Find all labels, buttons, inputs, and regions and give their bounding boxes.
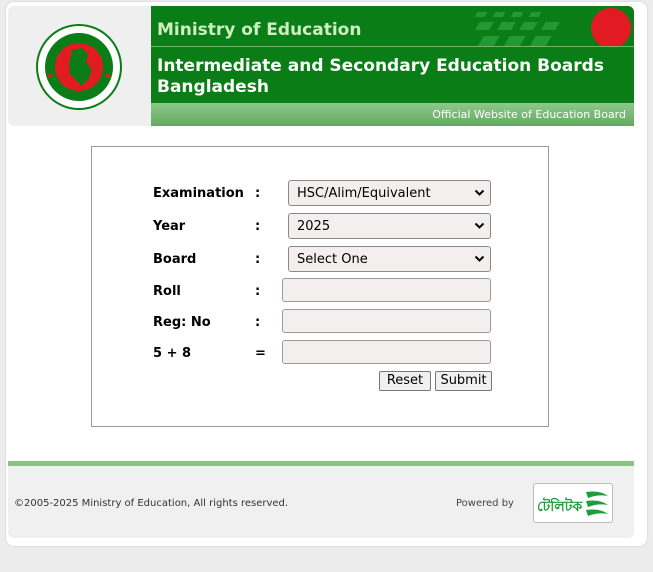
- roll-row: Roll :: [92, 278, 548, 304]
- reset-button[interactable]: Reset: [379, 371, 431, 391]
- board-label: Board: [153, 252, 197, 267]
- reg-no-input[interactable]: [282, 309, 491, 333]
- government-seal-icon: [36, 24, 122, 110]
- official-website-label: Official Website of Education Board: [432, 108, 626, 121]
- board-row: Board : Select One: [92, 246, 548, 272]
- title-band: Ministry of Education Intermediate and S…: [151, 6, 634, 103]
- year-colon: :: [255, 219, 261, 234]
- reg-no-label: Reg: No: [153, 315, 211, 330]
- decorative-stripes-icon: [474, 8, 631, 48]
- ministry-title: Ministry of Education: [157, 20, 362, 40]
- examination-row: Examination : HSC/Alim/Equivalent: [92, 180, 548, 206]
- year-select[interactable]: 2025: [288, 213, 491, 239]
- examination-select-value: HSC/Alim/Equivalent: [297, 186, 431, 201]
- board-colon: :: [255, 252, 261, 267]
- examination-colon: :: [255, 186, 261, 201]
- boards-title-line1: Intermediate and Secondary Education Boa…: [157, 56, 604, 76]
- reg-no-row: Reg: No :: [92, 309, 548, 335]
- boards-title: Intermediate and Secondary Education Boa…: [157, 56, 604, 98]
- captcha-row: 5 + 8 =: [92, 340, 548, 366]
- result-form: Examination : HSC/Alim/Equivalent Year :…: [91, 146, 549, 427]
- copyright-text: ©2005-2025 Ministry of Education, All ri…: [14, 498, 289, 509]
- board-select-value: Select One: [297, 252, 368, 267]
- subtitle-band: Official Website of Education Board: [151, 103, 634, 126]
- submit-button[interactable]: Submit: [435, 371, 492, 391]
- chevron-down-icon: [474, 255, 485, 262]
- roll-label: Roll: [153, 284, 181, 299]
- year-select-value: 2025: [297, 219, 331, 234]
- year-row: Year : 2025: [92, 213, 548, 239]
- chevron-down-icon: [474, 189, 485, 196]
- roll-colon: :: [255, 284, 261, 299]
- reg-no-colon: :: [255, 315, 261, 330]
- band-divider: [151, 46, 634, 47]
- site-header: Ministry of Education Intermediate and S…: [8, 6, 634, 126]
- examination-label: Examination: [153, 186, 244, 201]
- teletalk-swoosh-icon: [586, 491, 608, 516]
- captcha-equals: =: [255, 346, 266, 361]
- examination-select[interactable]: HSC/Alim/Equivalent: [288, 180, 491, 206]
- logo-panel: [8, 6, 151, 126]
- boards-title-line2: Bangladesh: [157, 77, 269, 97]
- year-label: Year: [153, 219, 186, 234]
- site-footer: ©2005-2025 Ministry of Education, All ri…: [8, 466, 634, 538]
- captcha-input[interactable]: [282, 340, 491, 364]
- powered-by-label: Powered by: [456, 498, 514, 509]
- board-select[interactable]: Select One: [288, 246, 491, 272]
- teletalk-logo-icon[interactable]: টেলিটক: [533, 483, 613, 523]
- roll-input[interactable]: [282, 278, 491, 302]
- captcha-label: 5 + 8: [153, 346, 192, 361]
- teletalk-logo-text: টেলিটক: [537, 499, 583, 515]
- chevron-down-icon: [474, 222, 485, 229]
